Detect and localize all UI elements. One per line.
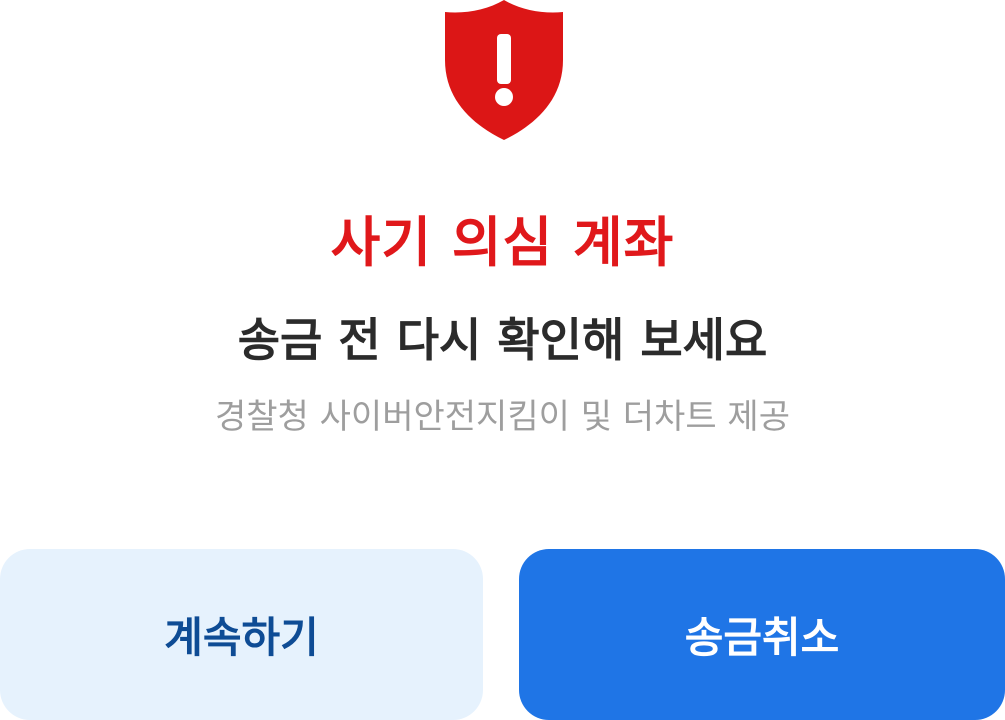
cancel-transfer-button[interactable]: 송금취소 bbox=[519, 549, 1005, 720]
provider-notice: 경찰청 사이버안전지킴이 및 더차트 제공 bbox=[215, 397, 790, 437]
continue-button[interactable]: 계속하기 bbox=[0, 549, 483, 720]
continue-button-label: 계속하기 bbox=[164, 613, 319, 662]
cancel-transfer-button-label: 송금취소 bbox=[684, 613, 840, 662]
alert-title: 사기 의심 계좌 bbox=[330, 211, 675, 274]
alert-subtitle: 송금 전 다시 확인해 보세요 bbox=[237, 313, 768, 367]
warning-shield-icon bbox=[445, 0, 563, 140]
